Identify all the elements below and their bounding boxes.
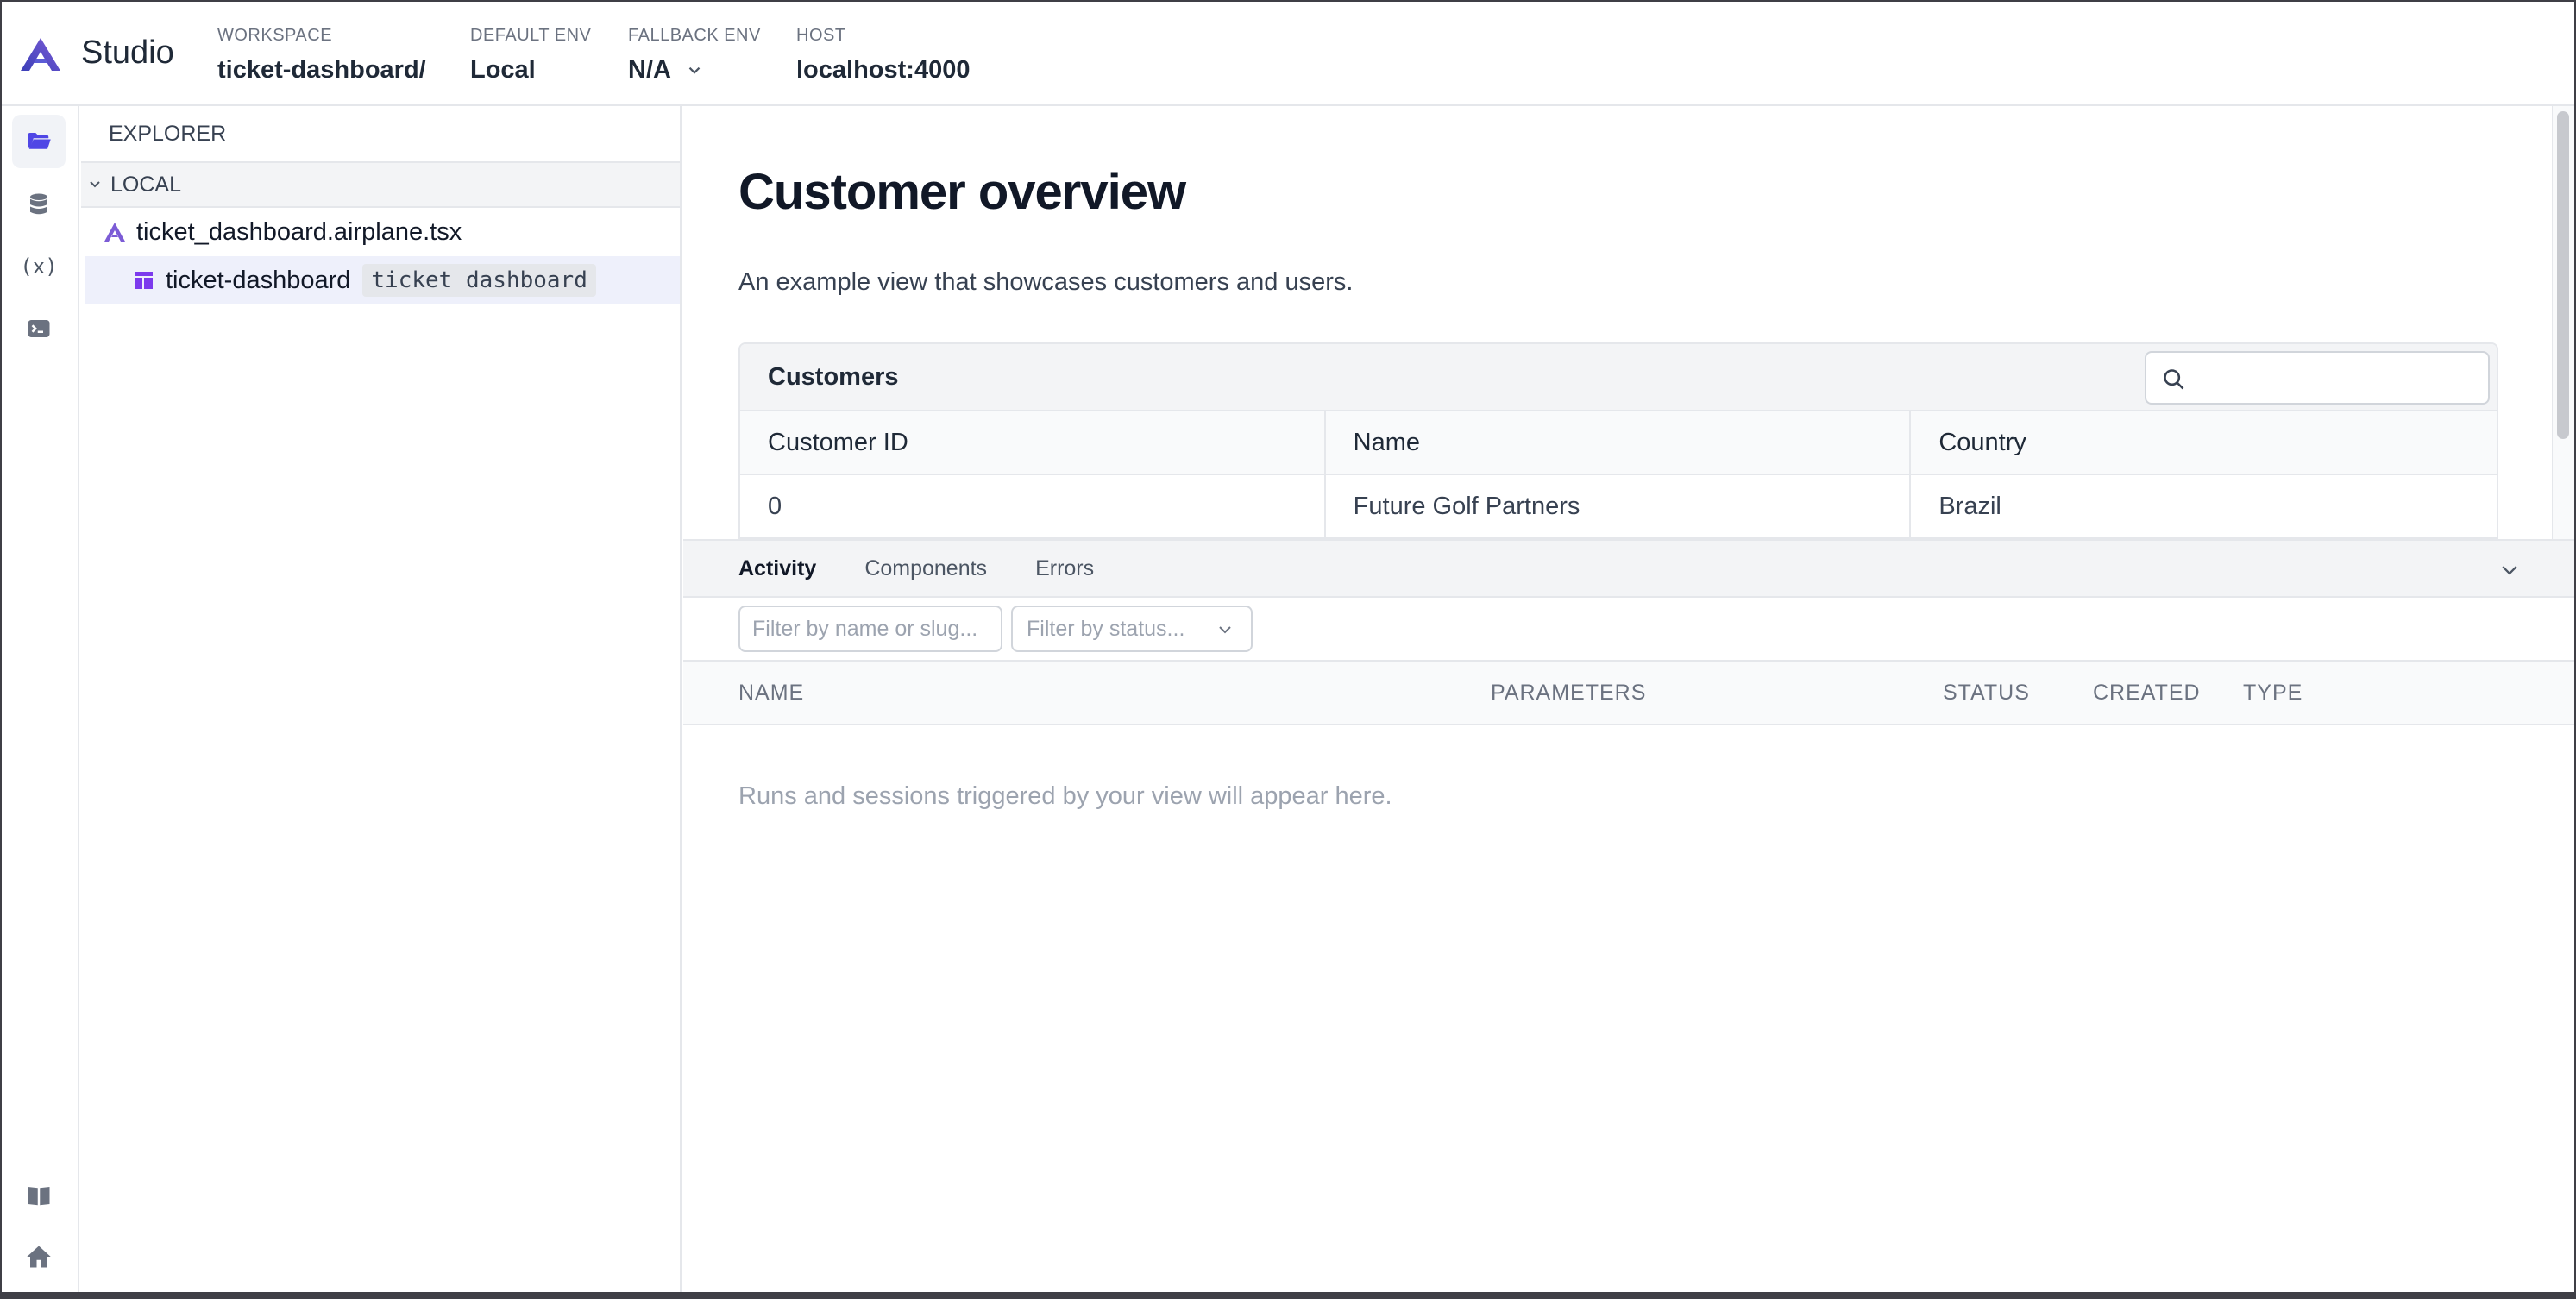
home-icon: [27, 1246, 51, 1268]
docs-rail-button[interactable]: [12, 1169, 66, 1222]
table-cell: Future Golf Partners: [1326, 475, 1912, 537]
database-icon: [30, 193, 47, 215]
table-cell: Brazil: [1938, 492, 2001, 520]
explorer-panel: EXPLORER LOCAL ticket_dashboard.airplane…: [81, 106, 682, 1292]
file-name: ticket_dashboard.airplane.tsx: [136, 217, 462, 246]
fallback-env-label: FALLBACK ENV: [628, 26, 761, 45]
page-description: An example view that showcases customers…: [738, 268, 1354, 296]
column-header[interactable]: Name: [1326, 411, 1912, 474]
column-header-type: TYPE: [2243, 681, 2303, 705]
section-label: LOCAL: [110, 172, 181, 197]
table-header-row: Customer ID Name Country: [740, 411, 2497, 475]
book-icon: [28, 1187, 50, 1206]
home-rail-button[interactable]: [12, 1230, 66, 1283]
explorer-section-local[interactable]: LOCAL: [81, 163, 680, 208]
column-header[interactable]: Country: [1911, 411, 2497, 474]
bottom-panel: Activity Components Errors Filter by nam…: [683, 539, 2574, 1292]
host-label: HOST: [796, 26, 846, 45]
view-name: ticket-dashboard: [166, 266, 351, 294]
chevron-down-icon: [688, 66, 701, 74]
preview-scrollbar[interactable]: [2552, 106, 2574, 539]
filter-status-placeholder: Filter by status...: [1027, 616, 1185, 641]
database-rail-button[interactable]: [12, 178, 66, 231]
main-area: Customer overview An example view that s…: [683, 106, 2574, 1292]
column-header-name: NAME: [738, 681, 805, 705]
view-preview: Customer overview An example view that s…: [683, 106, 2574, 539]
tab-activity[interactable]: Activity: [738, 556, 816, 581]
table-search-input[interactable]: [2145, 351, 2490, 405]
activity-empty-message: Runs and sessions triggered by your view…: [738, 782, 1392, 810]
fallback-env-meta: FALLBACK ENV N/A: [628, 26, 761, 85]
fallback-env-select[interactable]: N/A: [628, 56, 761, 85]
airplane-logo-icon[interactable]: [19, 36, 62, 72]
terminal-rail-button[interactable]: [12, 302, 66, 355]
default-env-label: DEFAULT ENV: [470, 26, 592, 45]
column-header-parameters: PARAMETERS: [1491, 681, 1647, 705]
airplane-file-icon: [104, 223, 125, 242]
column-header-status: STATUS: [1943, 681, 2030, 705]
activity-table-header: NAME PARAMETERS STATUS CREATED TYPE: [683, 662, 2574, 725]
workspace-value: ticket-dashboard/: [217, 56, 426, 84]
activity-filters: Filter by name or slug... Filter by stat…: [683, 598, 2574, 662]
panel-tabs: Activity Components Errors: [683, 541, 2574, 598]
brand-name: Studio: [81, 35, 174, 71]
table-title-bar: Customers: [740, 344, 2497, 411]
folder-icon: [28, 133, 51, 149]
column-header-created: CREATED: [2093, 681, 2201, 705]
search-icon: [2164, 369, 2184, 390]
top-bar: Studio WORKSPACE ticket-dashboard/ DEFAU…: [2, 2, 2574, 106]
host-meta: HOST localhost:4000: [796, 26, 970, 85]
app-window: Studio WORKSPACE ticket-dashboard/ DEFAU…: [0, 0, 2576, 1299]
scrollbar-thumb[interactable]: [2557, 111, 2569, 439]
explorer-file-item[interactable]: ticket_dashboard.airplane.tsx: [81, 208, 680, 256]
workspace-label: WORKSPACE: [217, 26, 333, 45]
default-env-value: Local: [470, 56, 536, 84]
page-title: Customer overview: [738, 164, 1186, 220]
table-row[interactable]: 0 Future Golf Partners Brazil: [740, 475, 2497, 539]
tab-components[interactable]: Components: [864, 556, 987, 581]
workspace-meta: WORKSPACE ticket-dashboard/: [217, 26, 426, 85]
variable-icon: (x): [20, 254, 58, 279]
tab-errors[interactable]: Errors: [1035, 556, 1094, 581]
explorer-title: EXPLORER: [81, 106, 680, 163]
explorer-view-item[interactable]: ticket-dashboard ticket_dashboard: [81, 256, 680, 304]
collapse-panel-chevron-icon[interactable]: [2498, 559, 2521, 581]
host-value: localhost:4000: [796, 56, 971, 84]
explorer-rail-button[interactable]: [12, 115, 66, 168]
view-slug: ticket_dashboard: [362, 264, 596, 297]
table-cell: 0: [740, 475, 1326, 537]
column-header[interactable]: Customer ID: [740, 411, 1326, 474]
chevron-down-icon: [1219, 626, 1231, 634]
filter-name-placeholder: Filter by name or slug...: [752, 616, 978, 641]
table-title: Customers: [768, 362, 899, 391]
activity-rail: (x): [2, 106, 79, 1292]
view-layout-icon: [135, 272, 153, 289]
filter-name-input[interactable]: Filter by name or slug...: [738, 606, 1002, 652]
variables-rail-button[interactable]: (x): [12, 240, 66, 293]
chevron-down-icon: [90, 181, 100, 188]
fallback-env-value: N/A: [628, 56, 671, 84]
filter-status-select[interactable]: Filter by status...: [1011, 606, 1253, 652]
terminal-icon: [28, 320, 50, 337]
customers-table: Customers Customer ID Name Country 0 Fut…: [738, 342, 2498, 539]
default-env-meta: DEFAULT ENV Local: [470, 26, 591, 85]
